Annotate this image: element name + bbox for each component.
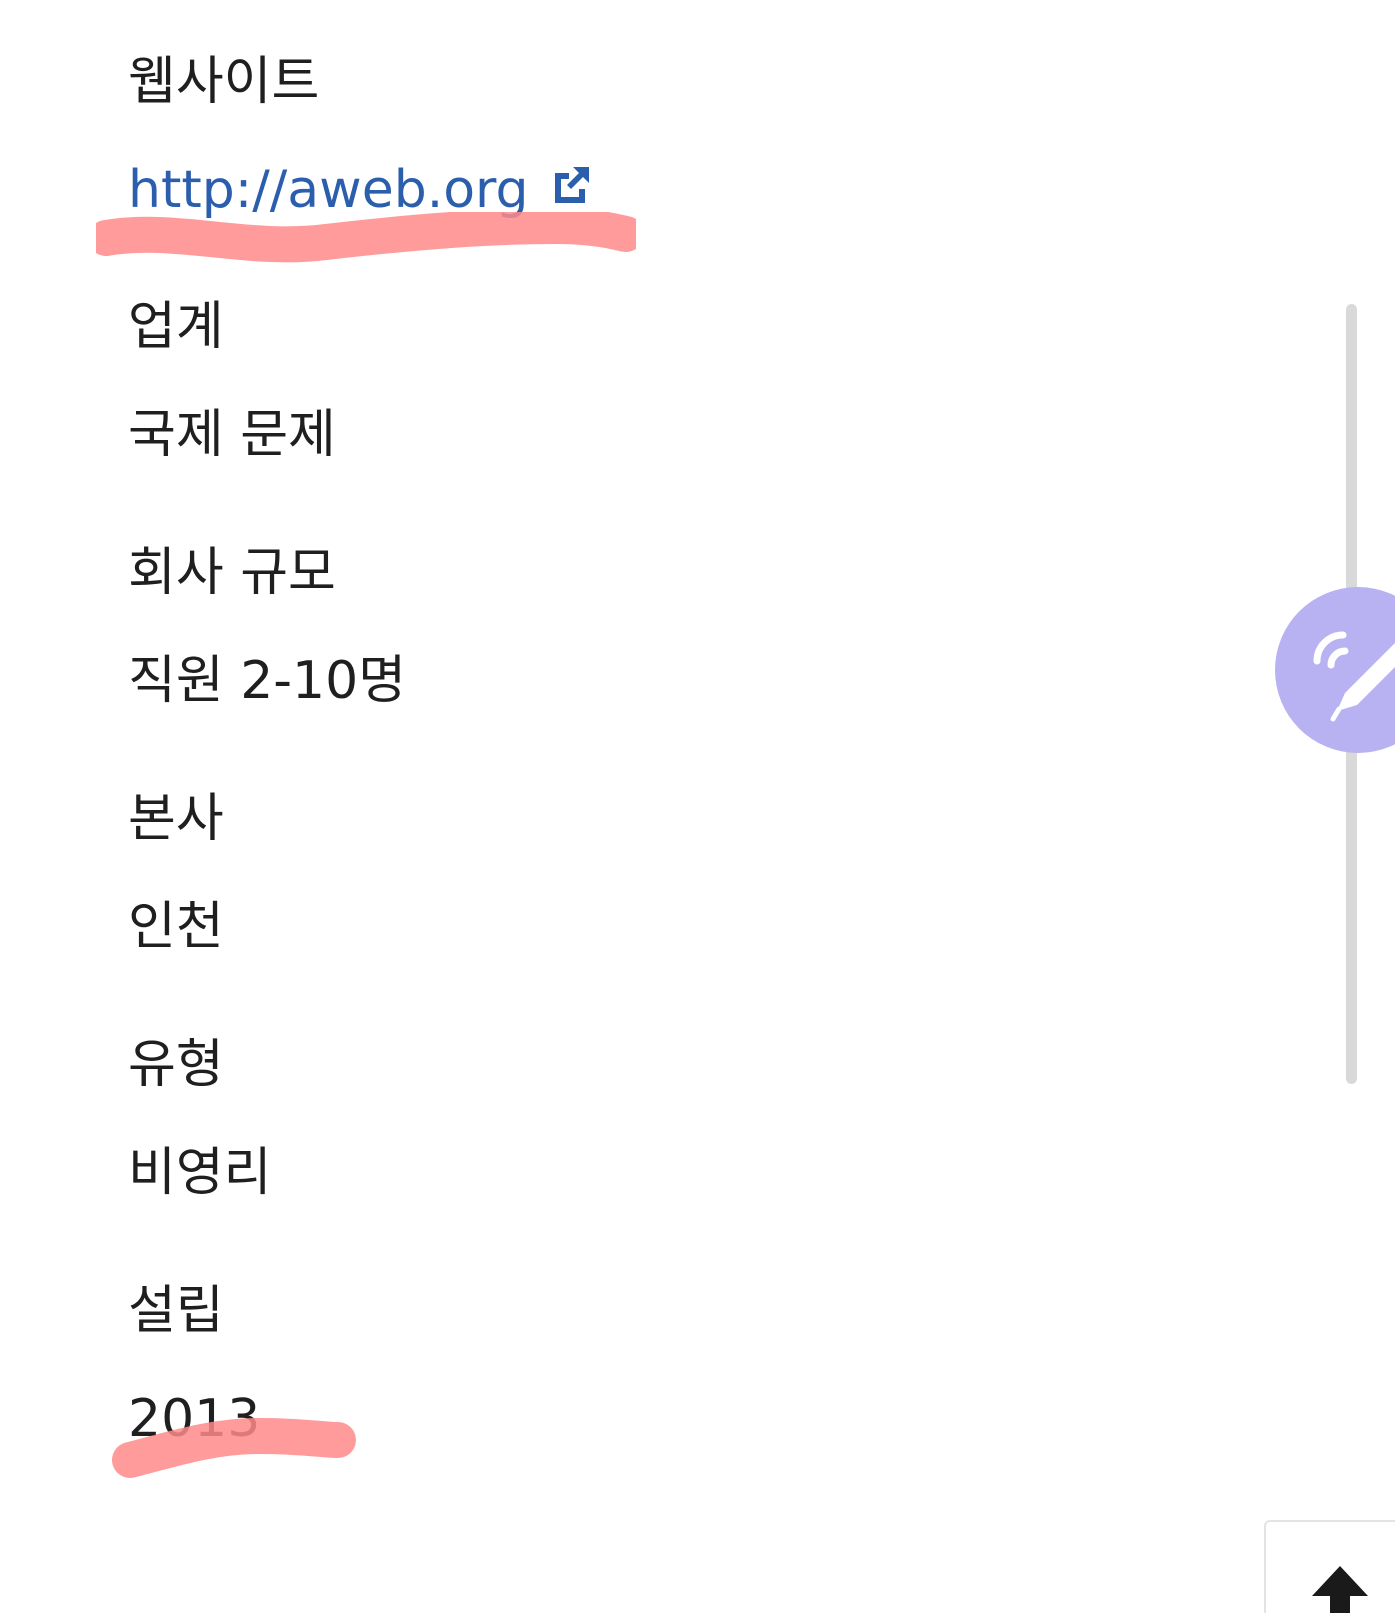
pen-signal-icon [1313, 631, 1395, 722]
external-link-icon[interactable] [549, 163, 593, 207]
type-value: 비영리 [128, 1143, 272, 1203]
floating-action-button[interactable] [1275, 587, 1395, 753]
back-to-top-button[interactable] [1264, 1520, 1395, 1613]
website-link-row: http://aweb.org [128, 158, 593, 222]
website-label: 웹사이트 [128, 52, 320, 112]
website-link[interactable]: http://aweb.org [128, 158, 529, 222]
industry-value: 국제 문제 [128, 405, 336, 465]
founded-label: 설립 [128, 1281, 224, 1341]
highlight-marker-website [96, 212, 636, 263]
type-label: 유형 [128, 1035, 224, 1095]
company-info-page: 웹사이트 http://aweb.org 업계 국제 문제 회사 규모 직원 2… [0, 0, 1395, 1613]
arrow-up-icon [1312, 1566, 1368, 1613]
size-label: 회사 규모 [128, 543, 336, 603]
founded-value: 2013 [128, 1389, 261, 1449]
headquarters-value: 인천 [128, 897, 224, 957]
headquarters-label: 본사 [128, 789, 224, 849]
size-value: 직원 2-10명 [128, 651, 407, 711]
industry-label: 업계 [128, 297, 224, 357]
